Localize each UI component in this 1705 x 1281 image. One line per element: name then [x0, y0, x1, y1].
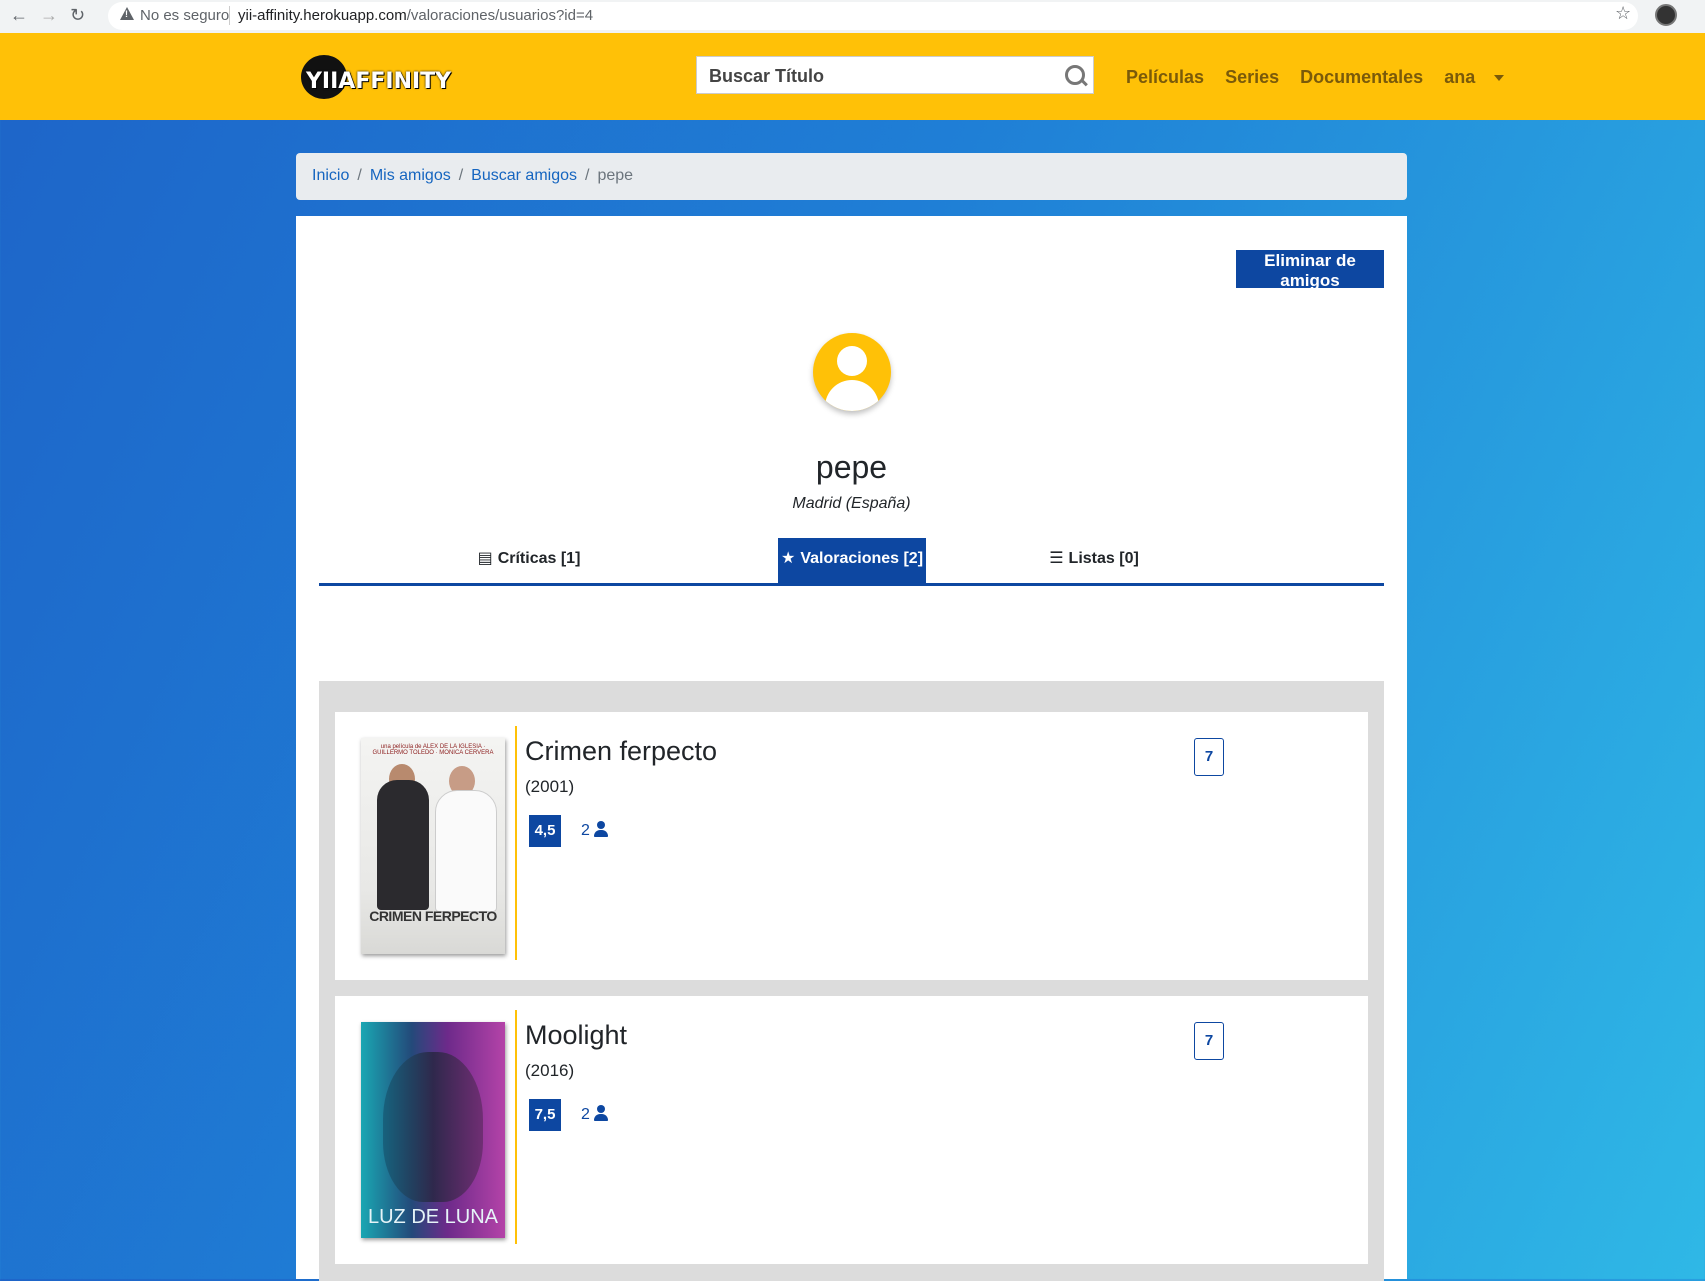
nav-link-documentales[interactable]: Documentales [1300, 67, 1423, 87]
newspaper-icon: ▤ [477, 550, 493, 567]
breadcrumb-inicio[interactable]: Inicio [312, 167, 349, 184]
reload-icon[interactable]: ↻ [70, 5, 85, 26]
vote-count: 2 [581, 821, 608, 840]
star-icon: ★ [780, 550, 796, 567]
tab-valoraciones-label: Valoraciones [2] [800, 550, 924, 567]
movie-year: (2001) [525, 777, 575, 796]
list-item: una película de ALEX DE LA IGLESIA · GUI… [335, 712, 1368, 980]
breadcrumb-separator: / [357, 167, 362, 184]
tab-listas[interactable]: ☰ Listas [0] [1034, 538, 1154, 583]
user-menu-label: ana [1444, 67, 1476, 87]
movie-year: (2016) [525, 1061, 575, 1080]
site-logo[interactable]: YIIAFFINITY [301, 55, 451, 99]
movie-title[interactable]: Crimen ferpecto [525, 736, 717, 767]
caret-down-icon [1494, 75, 1505, 82]
profile-avatar-icon[interactable] [1655, 4, 1677, 26]
poster-figure [383, 1052, 483, 1202]
vote-count: 2 [581, 1105, 608, 1124]
url-text[interactable]: yii-affinity.herokuapp.com/valoraciones/… [238, 7, 593, 24]
security-label: No es seguro [140, 7, 230, 24]
warning-icon [120, 7, 134, 20]
profile-card: Eliminar de amigos pepe Madrid (España) … [296, 216, 1407, 1281]
movie-poster[interactable]: una película de ALEX DE LA IGLESIA · GUI… [361, 738, 505, 954]
average-score-badge: 7,5 [529, 1099, 561, 1131]
poster-title: CRIMEN FERPECTO [369, 908, 497, 924]
breadcrumb-current: pepe [597, 167, 634, 184]
breadcrumb-separator: / [585, 167, 590, 184]
poster-title: LUZ DE LUNA [367, 1206, 499, 1228]
profile-username: pepe [815, 449, 888, 485]
user-icon [593, 821, 608, 837]
divider [515, 1010, 517, 1244]
breadcrumb: Inicio / Mis amigos / Buscar amigos / pepe [296, 153, 1407, 200]
search-input[interactable] [707, 63, 1051, 89]
movie-title[interactable]: Moolight [525, 1020, 627, 1051]
profile-tabs: ▤ Críticas [1] ★ Valoraciones [2] ☰ Listas … [319, 538, 1384, 586]
breadcrumb-mis-amigos[interactable]: Mis amigos [370, 167, 451, 184]
nav-link-series[interactable]: Series [1225, 67, 1279, 87]
back-arrow-icon[interactable]: ← [10, 5, 28, 26]
divider [515, 726, 517, 960]
user-score-badge[interactable]: 7 [1194, 1022, 1224, 1060]
avatar-head [837, 346, 867, 376]
breadcrumb-separator: / [458, 167, 464, 184]
remove-friend-button[interactable]: Eliminar de amigos [1236, 250, 1384, 290]
average-score-badge: 4,5 [529, 815, 561, 847]
tab-criticas[interactable]: ▤ Críticas [1] [459, 538, 599, 583]
poster-figure [435, 790, 497, 912]
vote-count-value: 2 [581, 1106, 590, 1123]
movie-poster[interactable]: LUZ DE LUNA [361, 1022, 505, 1238]
bookmark-star-icon[interactable]: ☆ [1615, 3, 1631, 24]
forward-arrow-icon[interactable]: → [40, 5, 58, 26]
search-icon[interactable] [1065, 65, 1085, 85]
nav-link-peliculas[interactable]: Películas [1126, 67, 1204, 87]
user-menu[interactable]: ana [1444, 67, 1520, 87]
address-bar[interactable]: No es seguro yii-affinity.herokuapp.com/… [108, 2, 1638, 30]
nav-links: Películas Series Documentales ana [1126, 67, 1536, 88]
browser-toolbar: ← → ↻ No es seguro yii-affinity.herokuap… [0, 0, 1705, 33]
site-navbar: YIIAFFINITY Películas Series Documentale… [0, 33, 1705, 120]
list-item: LUZ DE LUNA Moolight (2016) 7,5 2 7 [335, 996, 1368, 1264]
avatar-body [825, 380, 879, 411]
tab-listas-label: Listas [0] [1068, 550, 1139, 567]
user-avatar-icon [813, 333, 891, 411]
ratings-list: una película de ALEX DE LA IGLESIA · GUI… [319, 681, 1384, 1281]
divider [229, 6, 230, 25]
user-score-badge[interactable]: 7 [1194, 738, 1224, 776]
tab-valoraciones[interactable]: ★ Valoraciones [2] [778, 538, 926, 583]
poster-credits: una película de ALEX DE LA IGLESIA · GUI… [372, 744, 494, 756]
profile-location: Madrid (España) [792, 495, 911, 512]
breadcrumb-buscar-amigos[interactable]: Buscar amigos [471, 167, 577, 184]
tab-criticas-label: Críticas [1] [497, 550, 581, 567]
poster-figure [377, 780, 429, 910]
search-box [696, 56, 1094, 94]
vote-count-value: 2 [581, 822, 590, 839]
logo-text: YIIAFFINITY [306, 69, 452, 94]
list-icon: ☰ [1049, 550, 1064, 567]
user-icon [593, 1105, 608, 1121]
